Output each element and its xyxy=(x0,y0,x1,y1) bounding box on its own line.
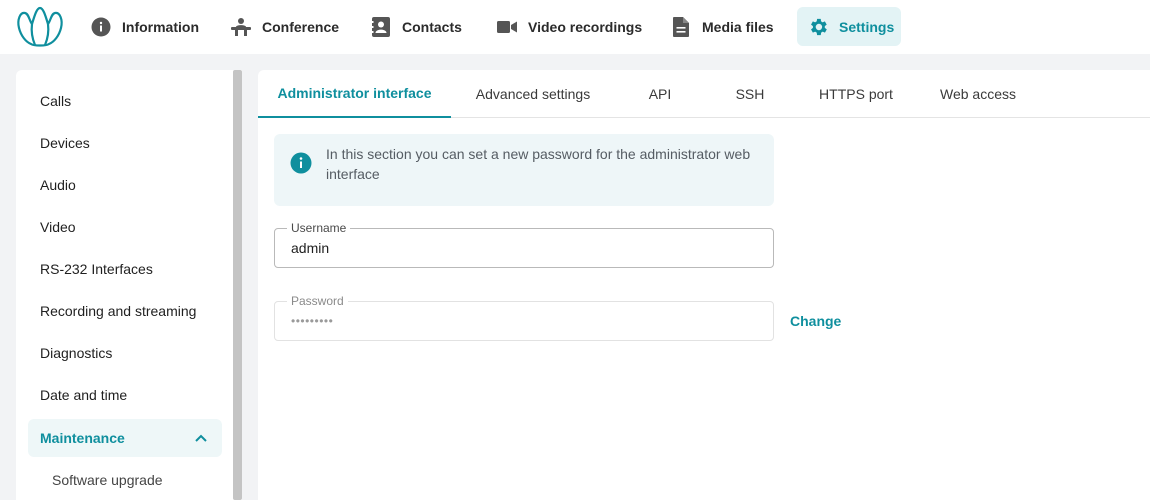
sidebar-item-label: Video xyxy=(40,219,76,235)
username-field[interactable]: Username admin xyxy=(274,221,774,268)
username-label: Username xyxy=(287,221,351,235)
video-camera-icon xyxy=(496,16,518,38)
tab-label: Advanced settings xyxy=(475,86,591,102)
sidebar-item-video[interactable]: Video xyxy=(28,208,222,246)
nav-video-recordings[interactable]: Video recordings xyxy=(486,7,652,46)
sidebar-item-label: RS-232 Interfaces xyxy=(40,261,153,277)
sidebar-item-devices[interactable]: Devices xyxy=(28,124,222,162)
nav-settings-label: Settings xyxy=(839,18,895,35)
chevron-up-icon xyxy=(194,431,208,445)
username-value[interactable]: admin xyxy=(291,240,329,256)
tab-api[interactable]: API xyxy=(615,70,705,118)
nav-information-label: Information xyxy=(122,18,199,35)
sidebar-scrollbar[interactable] xyxy=(233,70,242,500)
nav-contacts-label: Contacts xyxy=(402,18,462,35)
change-password-button[interactable]: Change xyxy=(790,310,841,332)
tab-label: Administrator interface xyxy=(277,85,432,101)
sidebar-subitem-software-upgrade[interactable]: Software upgrade xyxy=(28,461,222,499)
gear-icon xyxy=(807,16,829,38)
info-circle-icon xyxy=(290,152,312,174)
sidebar-item-label: Diagnostics xyxy=(40,345,113,361)
nav-video-recordings-label: Video recordings xyxy=(528,18,643,35)
sidebar-item-label: Maintenance xyxy=(40,430,125,446)
password-field: Password ••••••••• xyxy=(274,294,774,341)
sidebar-item-rs232-interfaces[interactable]: RS-232 Interfaces xyxy=(28,250,222,288)
sidebar-item-label: Date and time xyxy=(40,387,128,403)
nav-information[interactable]: Information xyxy=(80,7,209,46)
password-value: ••••••••• xyxy=(291,314,334,328)
sidebar-item-label: Calls xyxy=(40,93,72,109)
sidebar-item-label: Audio xyxy=(40,177,76,193)
password-label: Password xyxy=(287,294,348,308)
nav-contacts[interactable]: Contacts xyxy=(360,7,472,46)
tab-ssh[interactable]: SSH xyxy=(705,70,795,118)
tab-label: Web access xyxy=(940,86,1016,102)
main-panel: Administrator interface Advanced setting… xyxy=(258,70,1150,500)
settings-sidebar: Calls Devices Audio Video RS-232 Interfa… xyxy=(16,70,242,500)
people-group-logo[interactable] xyxy=(16,6,64,48)
settings-tabs: Administrator interface Advanced setting… xyxy=(258,70,1150,118)
document-icon xyxy=(670,16,692,38)
nav-media-files-label: Media files xyxy=(702,18,774,35)
nav-conference-label: Conference xyxy=(262,18,340,35)
nav-conference[interactable]: Conference xyxy=(220,7,349,46)
tab-advanced-settings[interactable]: Advanced settings xyxy=(451,70,615,118)
sidebar-item-label: Software upgrade xyxy=(52,472,163,488)
info-notice-text: In this section you can set a new passwo… xyxy=(326,146,751,182)
sidebar-item-calls[interactable]: Calls xyxy=(28,82,222,120)
tab-administrator-interface[interactable]: Administrator interface xyxy=(258,70,451,118)
info-circle-icon xyxy=(90,16,112,38)
sidebar-item-label: Devices xyxy=(40,135,90,151)
sidebar-item-diagnostics[interactable]: Diagnostics xyxy=(28,334,222,372)
sidebar-item-audio[interactable]: Audio xyxy=(28,166,222,204)
tab-label: API xyxy=(648,86,672,102)
nav-settings[interactable]: Settings xyxy=(797,7,901,46)
sidebar-item-date-time[interactable]: Date and time xyxy=(28,376,222,414)
top-navigation-bar: Information Conference Contacts Video re… xyxy=(0,0,1150,54)
tab-label: SSH xyxy=(735,86,765,102)
contacts-book-icon xyxy=(370,16,392,38)
sidebar-item-recording-streaming[interactable]: Recording and streaming xyxy=(28,292,222,330)
tab-label: HTTPS port xyxy=(819,86,893,102)
tab-web-access[interactable]: Web access xyxy=(917,70,1039,118)
nav-media-files[interactable]: Media files xyxy=(660,7,784,46)
sidebar-item-label: Recording and streaming xyxy=(40,303,197,319)
conference-desk-icon xyxy=(230,16,252,38)
info-notice: In this section you can set a new passwo… xyxy=(274,134,774,206)
tab-https-port[interactable]: HTTPS port xyxy=(795,70,917,118)
sidebar-item-maintenance[interactable]: Maintenance xyxy=(28,419,222,457)
